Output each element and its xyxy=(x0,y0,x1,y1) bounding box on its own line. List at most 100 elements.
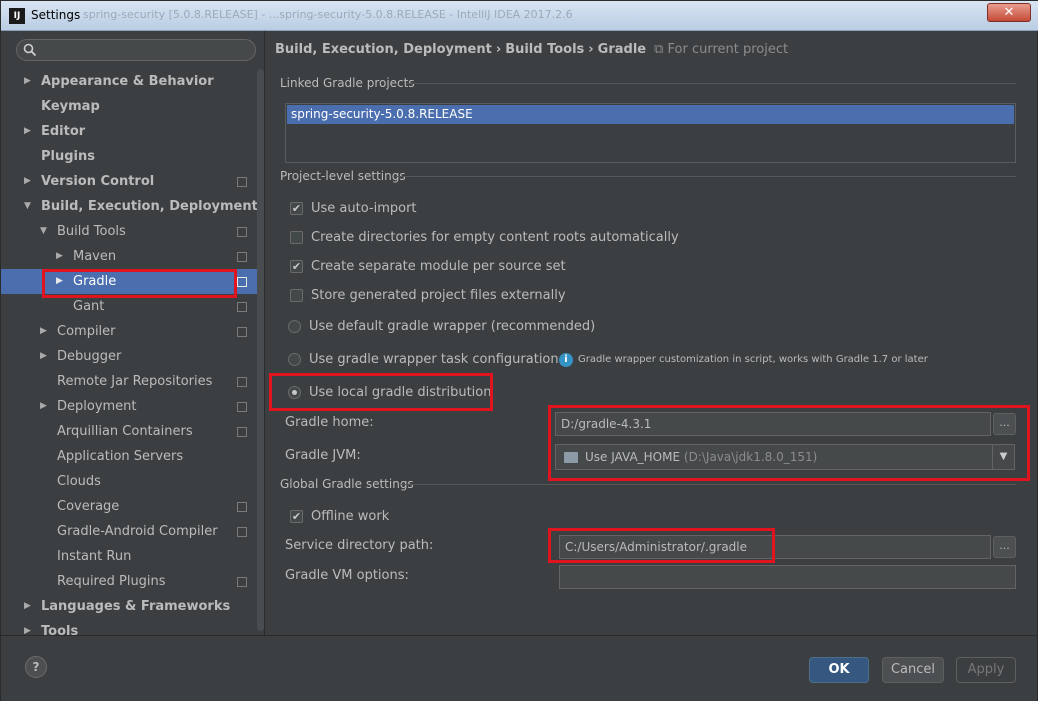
settings-window: IJ Settings spring-security [5.0.8.RELEA… xyxy=(0,0,1038,701)
cancel-button[interactable]: Cancel xyxy=(882,657,944,683)
tree-item-label: Gradle-Android Compiler xyxy=(57,524,218,539)
project-scope-icon xyxy=(237,577,247,587)
tree-item-label: Debugger xyxy=(57,349,122,364)
breadcrumb-separator: › xyxy=(495,42,502,57)
search-input[interactable] xyxy=(16,39,256,61)
linked-projects-title: Linked Gradle projects xyxy=(280,76,415,90)
window-title: Settings xyxy=(31,8,81,22)
tree-item-label: Deployment xyxy=(57,399,137,414)
tree-item-required-plugins[interactable]: Required Plugins xyxy=(1,569,257,594)
project-scope-icon xyxy=(237,527,247,537)
radio-button[interactable] xyxy=(288,320,301,333)
tree-item-gradle-android-compiler[interactable]: Gradle-Android Compiler xyxy=(1,519,257,544)
breadcrumb-part: Build Tools xyxy=(505,42,585,57)
apply-button[interactable]: Apply xyxy=(956,657,1016,683)
tree-item-remote-jar-repositories[interactable]: Remote Jar Repositories xyxy=(1,369,257,394)
tree-item-label: Editor xyxy=(41,124,86,139)
radio-label: Use default gradle wrapper (recommended) xyxy=(309,319,596,334)
linked-projects-list[interactable]: spring-security-5.0.8.RELEASE xyxy=(285,103,1016,163)
expand-arrow-icon[interactable]: ▶ xyxy=(40,319,47,344)
tree-item-deployment[interactable]: ▶ Deployment xyxy=(1,394,257,419)
expand-arrow-icon[interactable]: ▶ xyxy=(24,119,31,144)
gradle-jvm-label: Gradle JVM: xyxy=(285,448,361,463)
wrapper-info-text: Gradle wrapper customization in script, … xyxy=(578,354,928,365)
tree-item-application-servers[interactable]: Application Servers xyxy=(1,444,257,469)
tree-item-label: Version Control xyxy=(41,174,155,189)
tree-item-label: Maven xyxy=(73,249,117,264)
dialog-button-bar: ? OK Cancel Apply xyxy=(1,635,1037,701)
checkbox-label: Offline work xyxy=(311,509,390,524)
search-icon xyxy=(23,43,37,57)
tree-item-label: Required Plugins xyxy=(57,574,166,589)
tree-item-instant-run[interactable]: Instant Run xyxy=(1,544,257,569)
tree-item-maven[interactable]: ▶ Maven xyxy=(1,244,257,269)
tree-item-debugger[interactable]: ▶ Debugger xyxy=(1,344,257,369)
expand-arrow-icon[interactable]: ▶ xyxy=(24,69,31,94)
tree-item-appearance[interactable]: ▶ Appearance & Behavior xyxy=(1,69,257,94)
tree-item-label: Build Tools xyxy=(57,224,126,239)
highlight-box-gradle-home-jvm xyxy=(548,405,1030,481)
close-button[interactable]: ✕ xyxy=(987,3,1031,22)
group-divider xyxy=(406,83,1016,84)
expand-arrow-icon[interactable]: ▶ xyxy=(24,169,31,194)
tree-item-build-execution-deployment[interactable]: ▼ Build, Execution, Deployment xyxy=(1,194,258,219)
tree-item-keymap[interactable]: Keymap xyxy=(1,94,257,119)
check-icon[interactable]: ✔ xyxy=(290,260,303,273)
group-divider xyxy=(401,484,1016,485)
vm-options-input[interactable] xyxy=(559,565,1016,589)
project-scope-icon xyxy=(237,277,247,287)
tree-item-coverage[interactable]: Coverage xyxy=(1,494,257,519)
checkbox-box[interactable] xyxy=(290,289,303,302)
service-dir-label: Service directory path: xyxy=(285,538,434,553)
title-bar: IJ Settings spring-security [5.0.8.RELEA… xyxy=(1,1,1038,31)
tree-item-clouds[interactable]: Clouds xyxy=(1,469,257,494)
vm-options-label: Gradle VM options: xyxy=(285,568,409,583)
expand-arrow-icon[interactable]: ▶ xyxy=(40,394,47,419)
tree-item-label: Plugins xyxy=(41,149,95,164)
checkbox-box[interactable] xyxy=(290,231,303,244)
project-scope-label: ⧉ For current project xyxy=(654,42,788,57)
gradle-home-label: Gradle home: xyxy=(285,415,374,430)
settings-sidebar: ▶ Appearance & Behavior Keymap ▶ Editor … xyxy=(1,31,265,639)
tree-item-label: Coverage xyxy=(57,499,120,514)
tree-item-build-tools[interactable]: ▼ Build Tools xyxy=(1,219,257,244)
radio-button[interactable] xyxy=(288,353,301,366)
project-scope-icon xyxy=(237,302,247,312)
checkbox-label: Use auto-import xyxy=(311,201,417,216)
tree-item-compiler[interactable]: ▶ Compiler xyxy=(1,319,257,344)
breadcrumb-part: Build, Execution, Deployment xyxy=(275,42,492,57)
checkbox-label: Create separate module per source set xyxy=(311,259,566,274)
tree-item-version-control[interactable]: ▶ Version Control xyxy=(1,169,257,194)
help-button[interactable]: ? xyxy=(25,656,47,678)
project-scope-icon xyxy=(237,402,247,412)
tree-item-editor[interactable]: ▶ Editor xyxy=(1,119,257,144)
tree-item-plugins[interactable]: Plugins xyxy=(1,144,257,169)
ok-button[interactable]: OK xyxy=(809,657,869,683)
check-icon[interactable]: ✔ xyxy=(290,510,303,523)
project-scope-icon xyxy=(237,502,247,512)
window-title-ghost: spring-security [5.0.8.RELEASE] - ...spr… xyxy=(83,8,573,21)
radio-label: Use gradle wrapper task configuration xyxy=(309,352,559,367)
project-scope-icon xyxy=(237,327,247,337)
service-dir-browse-button[interactable]: ... xyxy=(993,536,1016,558)
expand-arrow-icon[interactable]: ▶ xyxy=(40,344,47,369)
project-scope-text: For current project xyxy=(667,42,789,57)
expand-arrow-icon[interactable]: ▶ xyxy=(24,594,31,619)
linked-project-item[interactable]: spring-security-5.0.8.RELEASE xyxy=(287,105,1014,124)
group-divider xyxy=(395,176,1016,177)
check-icon[interactable]: ✔ xyxy=(290,202,303,215)
project-scope-icon xyxy=(237,252,247,262)
tree-item-languages-frameworks[interactable]: ▶ Languages & Frameworks xyxy=(1,594,257,619)
expand-arrow-icon[interactable]: ▶ xyxy=(56,244,63,269)
checkbox-label: Store generated project files externally xyxy=(311,288,566,303)
sidebar-scrollbar[interactable] xyxy=(257,69,264,631)
collapse-arrow-icon[interactable]: ▼ xyxy=(24,194,31,219)
highlight-box-gradle xyxy=(42,269,237,298)
checkbox-label: Create directories for empty content roo… xyxy=(311,230,679,245)
tree-item-label: Clouds xyxy=(57,474,101,489)
breadcrumb-part: Gradle xyxy=(597,42,647,57)
tree-item-arquillian-containers[interactable]: Arquillian Containers xyxy=(1,419,257,444)
tree-item-label: Arquillian Containers xyxy=(57,424,193,439)
project-scope-icon xyxy=(237,177,247,187)
collapse-arrow-icon[interactable]: ▼ xyxy=(40,219,47,244)
